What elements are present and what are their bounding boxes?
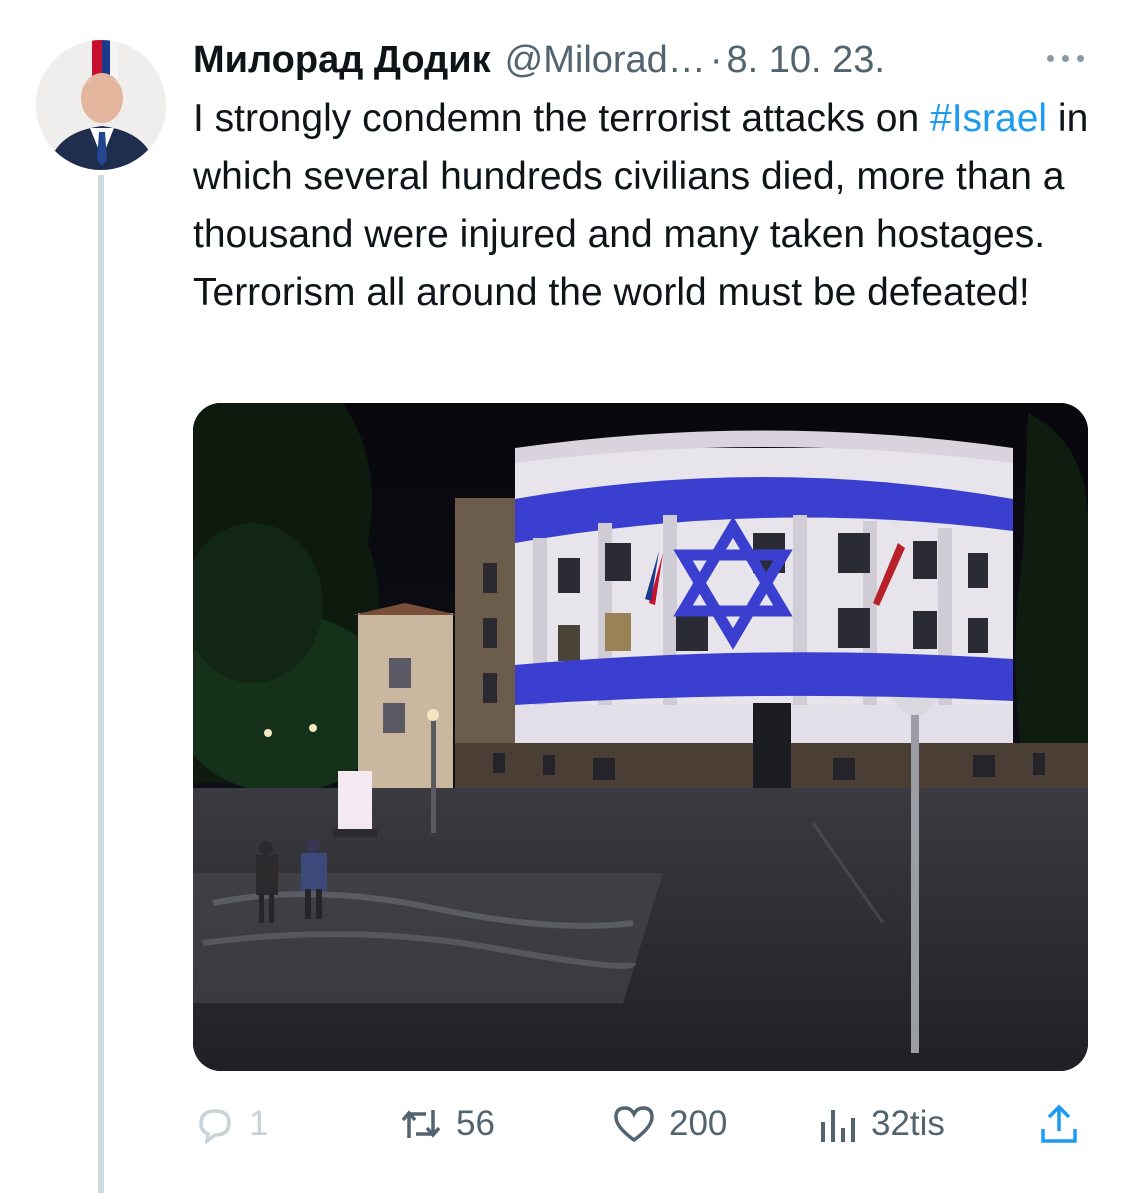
like-count: 200 [669, 1104, 728, 1143]
reply-count: 1 [249, 1104, 269, 1143]
views-button[interactable]: 32tis [815, 1092, 945, 1156]
share-button[interactable] [1036, 1092, 1082, 1156]
retweet-arrows-icon [401, 1110, 441, 1138]
tweet-media-photo[interactable] [193, 403, 1088, 1071]
author-handle[interactable]: @Milorad… [505, 39, 706, 82]
avatar-photo [36, 40, 166, 170]
views-count: 32tis [871, 1104, 945, 1143]
hashtag-link[interactable]: #Israel [930, 97, 1047, 140]
bar-chart-icon [821, 1110, 855, 1142]
tweet-date[interactable]: 8. 10. 23. [726, 39, 884, 82]
heart-icon [614, 1106, 654, 1143]
date-separator: · [709, 38, 723, 81]
share-upload-icon [1041, 1104, 1077, 1143]
reply-bubble-icon [199, 1109, 231, 1145]
tweet-text: I strongly condemn the terrorist attacks… [193, 90, 1093, 322]
tweet-header: Милорад Додик @Milorad… · 8. 10. 23. [193, 36, 1093, 84]
tweet-text-part: I strongly condemn the terrorist attacks… [193, 97, 920, 140]
reply-button[interactable]: 1 [193, 1092, 268, 1156]
retweet-button[interactable]: 56 [398, 1092, 495, 1156]
tweet-actions: 1 56 200 32tis [193, 1092, 1093, 1156]
like-button[interactable]: 200 [611, 1092, 727, 1156]
author-name[interactable]: Милорад Додик [193, 39, 491, 82]
thread-line [98, 175, 104, 1193]
avatar[interactable] [36, 40, 166, 170]
more-dots-icon[interactable] [1037, 46, 1093, 70]
retweet-count: 56 [456, 1104, 495, 1143]
